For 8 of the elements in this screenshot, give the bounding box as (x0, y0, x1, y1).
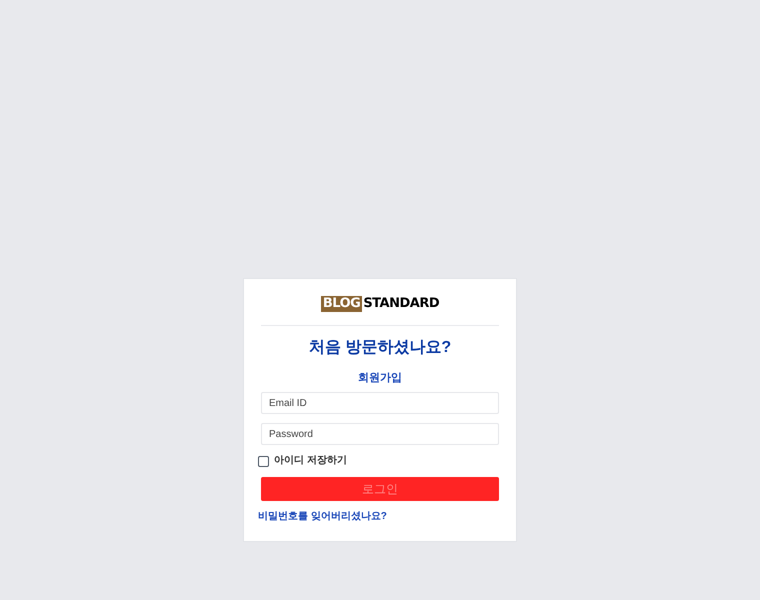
checkbox[interactable] (258, 456, 269, 466)
remember-label: 아이디 저장하기 (274, 454, 347, 468)
forgot-password-link[interactable]: 비밀번호를 잊어버리셨나요? (258, 510, 387, 524)
signup-link[interactable]: 회원가입 (358, 370, 402, 386)
password-field[interactable]: Password (261, 423, 499, 445)
logo: BLOG STANDARD (320, 295, 440, 313)
heading: 처음 방문하셨나요? (308, 338, 452, 358)
email-field[interactable]: Email ID (261, 392, 499, 414)
